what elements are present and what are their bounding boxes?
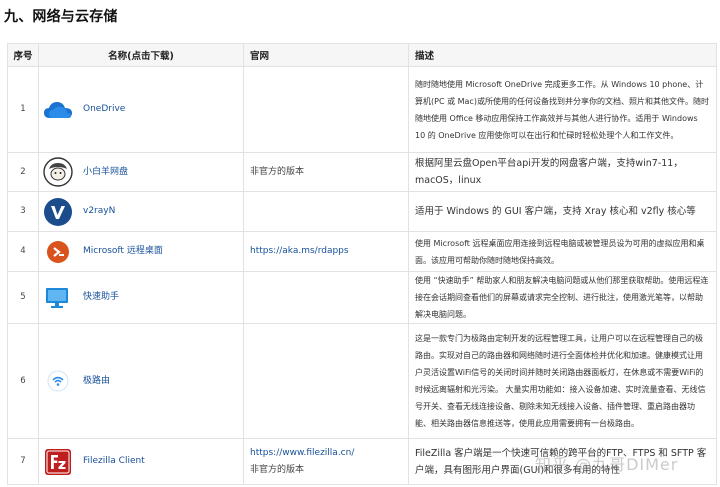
download-link[interactable]: Filezilla Client [83,453,145,470]
router-wifi-icon [43,366,73,396]
header-no: 序号 [7,43,39,67]
table-row: 3 v2rayN 适用于 Windows 的 GUI 客户端，支持 Xray 核… [7,191,717,232]
header-name: 名称(点击下载) [38,43,244,67]
row-number: 4 [7,231,39,272]
filezilla-icon [43,447,73,477]
row-description: FileZilla 客户端是一个快速可信赖的跨平台的FTP、FTPS 和 SFT… [408,438,717,485]
row-number: 7 [7,438,39,485]
table-row: 7 Filezilla Client https://www.filezilla… [7,438,717,485]
section-heading: 九、网络与云存储 [4,9,118,25]
v2rayn-v-icon [43,197,73,227]
site-link[interactable]: https://www.filezilla.cn/ [250,445,402,462]
row-description: 随时随地使用 Microsoft OneDrive 完成更多工作。从 Windo… [408,66,717,153]
row-number: 2 [7,152,39,192]
header-site: 官网 [243,43,409,67]
download-link[interactable]: Microsoft 远程桌面 [83,243,163,260]
table-header-row: 序号 名称(点击下载) 官网 描述 [7,43,717,67]
row-number: 5 [7,271,39,324]
sheep-icon [43,157,73,187]
site-text: 非官方的版本 [250,464,305,475]
row-number: 1 [7,66,39,153]
remote-desktop-icon [43,237,73,267]
table-row: 2 小白羊网盘 非官方的版本 根据阿里云盘Open平台api开发的网盘客户端，支… [7,152,717,192]
header-desc: 描述 [408,43,717,67]
download-link[interactable]: 小白羊网盘 [83,164,128,181]
row-description: 使用 Microsoft 远程桌面应用连接到远程电脑或被管理员设为可用的虚拟应用… [408,231,717,272]
software-table: 序号 名称(点击下载) 官网 描述 1 OneDrive 随时随地使用 Micr… [7,43,717,485]
site-text: 非官方的版本 [243,152,409,192]
row-description: 根据阿里云盘Open平台api开发的网盘客户端，支持win7-11，macOS，… [408,152,717,192]
row-description: 这是一款专门为极路由定制开发的远程管理工具，让用户可以在远程管理自己的极路由。实… [408,323,717,439]
row-number: 6 [7,323,39,439]
row-description: 使用 “快速助手” 帮助家人和朋友解决电脑问题或从他们那里获取帮助。使用远程连接… [408,271,717,324]
row-number: 3 [7,191,39,232]
download-link[interactable]: 快速助手 [83,289,119,306]
table-row: 6 极路由 这是一款专门为极路由定制开发的远程管理工具，让用户可以在远程管理自己… [7,323,717,439]
onedrive-cloud-icon [43,95,73,125]
site-link[interactable]: https://aka.ms/rdapps [250,246,349,256]
table-row: 5 快速助手 使用 “快速助手” 帮助家人和朋友解决电脑问题或从他们那里获取帮助… [7,271,717,324]
download-link[interactable]: OneDrive [83,101,125,118]
row-description: 适用于 Windows 的 GUI 客户端，支持 Xray 核心和 v2fly … [408,191,717,232]
download-link[interactable]: v2rayN [83,203,115,220]
table-row: 1 OneDrive 随时随地使用 Microsoft OneDrive 完成更… [7,66,717,153]
download-link[interactable]: 极路由 [83,373,110,390]
monitor-icon [43,283,73,313]
table-row: 4 Microsoft 远程桌面 https://aka.ms/rdapps 使… [7,231,717,272]
